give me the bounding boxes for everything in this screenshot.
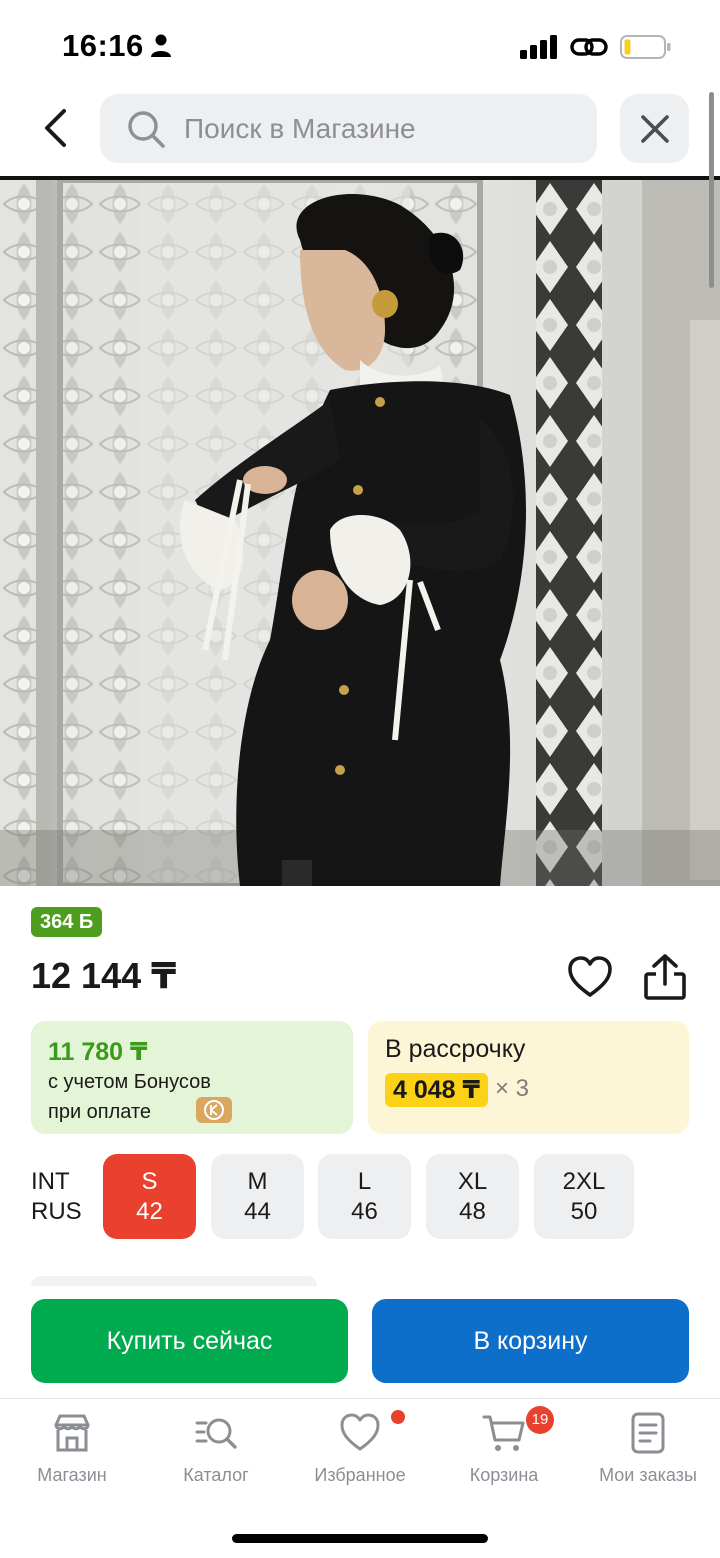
bonus-note-line2: при оплате — [48, 1101, 152, 1123]
bonus-price: 11 780 ₸ — [48, 1038, 148, 1066]
installment-multiplier: × 3 — [495, 1075, 530, 1102]
tab-favorites[interactable]: Избранное — [290, 1411, 430, 1486]
catalog-search-icon — [195, 1418, 237, 1449]
tab-label: Корзина — [469, 1465, 539, 1485]
installment-title: В рассрочку — [385, 1035, 526, 1063]
buy-now-button[interactable]: Купить сейчас — [31, 1299, 348, 1383]
close-button[interactable] — [620, 94, 689, 163]
add-to-cart-button[interactable]: В корзину — [372, 1299, 689, 1383]
payment-card-icon — [196, 1097, 232, 1123]
size-int: S — [141, 1168, 158, 1195]
search-input[interactable]: Поиск в Магазине — [100, 94, 597, 163]
product-photo[interactable] — [0, 176, 720, 886]
scrollbar[interactable] — [709, 92, 714, 288]
orders-icon — [631, 1412, 665, 1454]
bonus-price-card[interactable]: 11 780 ₸ с учетом Бонусов при оплате — [31, 1021, 353, 1134]
size-rus: 44 — [244, 1198, 271, 1225]
status-indicators — [520, 34, 672, 60]
size-rus: 46 — [351, 1198, 378, 1225]
share-icon — [644, 954, 686, 1000]
cart-count-badge: 19 — [526, 1406, 554, 1434]
size-rus: 48 — [459, 1198, 486, 1225]
product-photo-illustration — [0, 180, 720, 886]
size-option-2xl[interactable]: 2XL 50 — [534, 1154, 634, 1239]
installment-amount: 4 048 ₸ — [385, 1073, 488, 1107]
bonus-note-line1: с учетом Бонусов — [48, 1071, 211, 1093]
link-icon — [570, 38, 608, 56]
size-int: L — [357, 1168, 372, 1195]
tab-label: Магазин — [37, 1465, 107, 1485]
size-option-xl[interactable]: XL 48 — [426, 1154, 519, 1239]
search-placeholder: Поиск в Магазине — [184, 113, 416, 144]
favorites-notification-dot — [391, 1410, 405, 1424]
size-system-labels: INT RUS — [31, 1167, 82, 1227]
tab-store[interactable]: Магазин — [2, 1411, 142, 1486]
share-button[interactable] — [642, 952, 688, 1002]
person-icon — [151, 34, 171, 57]
bonus-points-badge: 364 Б — [31, 907, 103, 937]
search-icon — [128, 111, 165, 148]
size-label-rus: RUS — [31, 1198, 82, 1225]
heart-icon — [568, 956, 612, 997]
status-time: 16:16 — [62, 28, 144, 63]
payment-card-glyph — [204, 1100, 224, 1120]
tab-label: Каталог — [183, 1465, 249, 1485]
favorite-button[interactable] — [566, 954, 614, 1000]
tab-orders[interactable]: Мои заказы — [578, 1411, 718, 1486]
signal-icon — [520, 35, 557, 59]
size-int: M — [247, 1168, 268, 1195]
size-option-l[interactable]: L 46 — [318, 1154, 411, 1239]
size-int: XL — [457, 1168, 488, 1195]
tab-label: Избранное — [314, 1465, 406, 1485]
size-int: 2XL — [562, 1168, 606, 1195]
status-bar: 16:16 — [0, 0, 720, 90]
tab-catalog[interactable]: Каталог — [146, 1411, 286, 1486]
heart-icon — [340, 1413, 380, 1451]
size-label-int: INT — [31, 1168, 70, 1195]
chevron-left-icon — [45, 109, 66, 147]
next-section-peek — [31, 1276, 317, 1286]
tab-label: Мои заказы — [599, 1465, 697, 1485]
size-option-s[interactable]: S 42 — [103, 1154, 196, 1239]
battery-icon — [620, 35, 671, 59]
home-indicator[interactable] — [232, 1534, 488, 1543]
installment-card[interactable]: В рассрочку 4 048 ₸ × 3 — [368, 1021, 689, 1134]
size-rus: 50 — [570, 1198, 598, 1225]
back-button[interactable] — [30, 100, 80, 156]
store-icon — [54, 1414, 90, 1452]
product-price: 12 144 ₸ — [31, 955, 177, 996]
size-rus: 42 — [136, 1198, 163, 1225]
search-header: Поиск в Магазине — [0, 90, 720, 176]
size-option-m[interactable]: M 44 — [211, 1154, 304, 1239]
cart-icon — [482, 1415, 525, 1451]
close-icon — [640, 114, 669, 143]
